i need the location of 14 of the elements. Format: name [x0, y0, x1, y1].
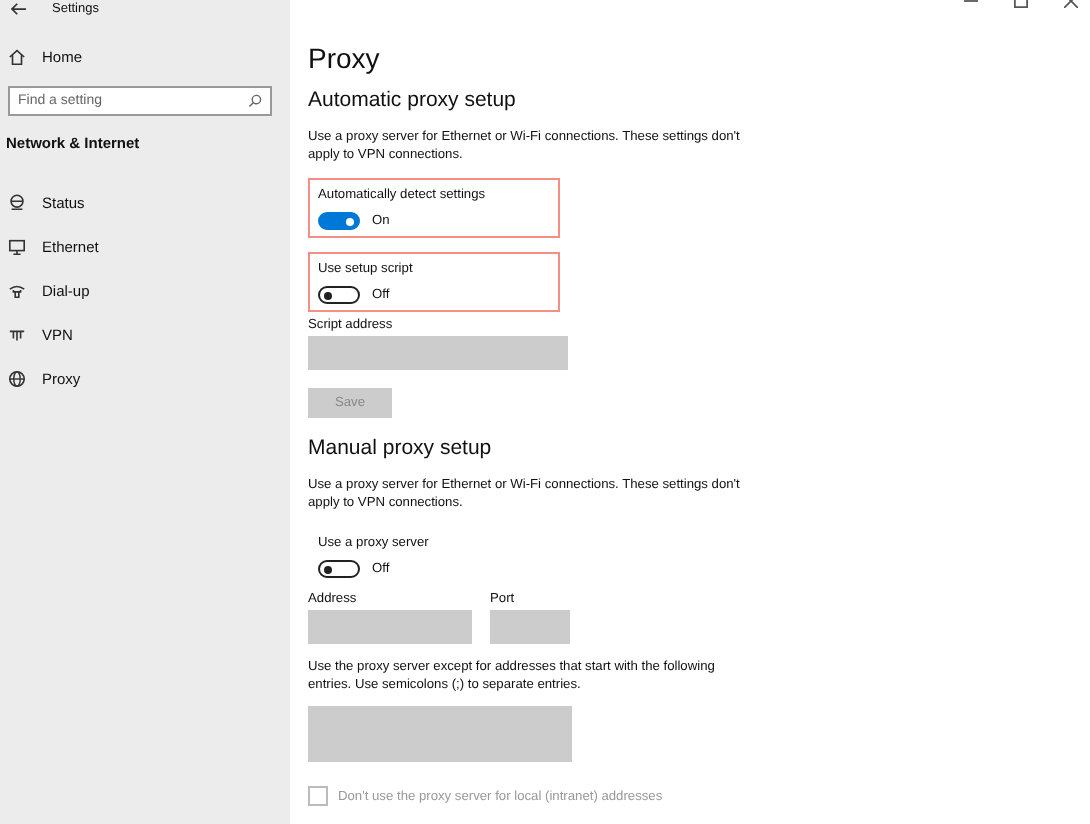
globe-icon [8, 369, 26, 387]
monitor-icon [8, 237, 26, 255]
page-title: Proxy [308, 42, 382, 74]
section-heading: Automatic proxy setup [308, 88, 518, 114]
phone-icon [8, 281, 26, 299]
section-heading: Manual proxy setup [308, 436, 494, 462]
home-icon [8, 47, 26, 65]
status-icon [8, 193, 26, 211]
network-icon [8, 325, 26, 343]
toggle-switch[interactable] [318, 286, 360, 304]
toggle-switch[interactable] [318, 212, 360, 230]
toggle-switch[interactable] [318, 560, 360, 578]
search-icon [248, 94, 262, 108]
back-arrow-icon[interactable] [10, 2, 28, 16]
